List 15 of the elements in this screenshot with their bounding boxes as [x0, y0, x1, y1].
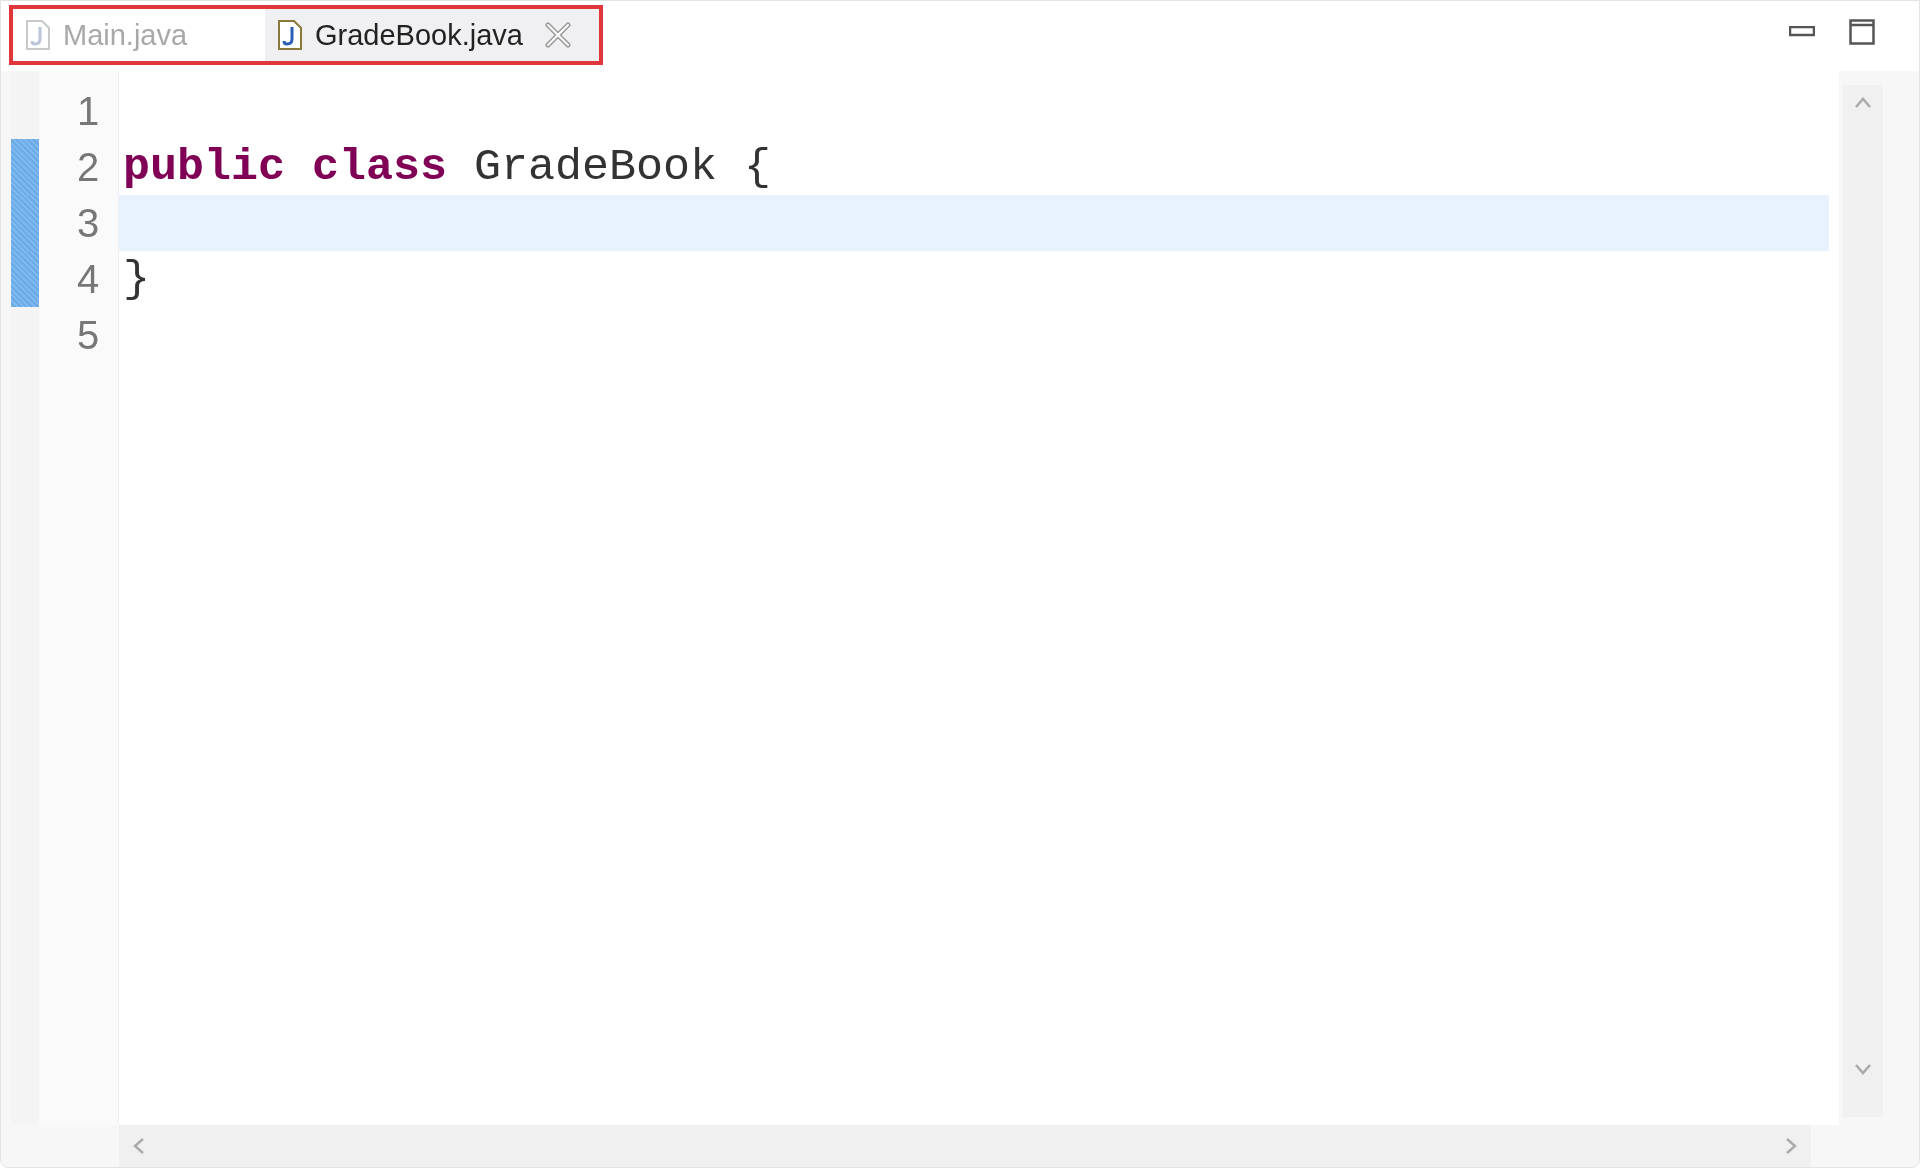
horizontal-scrollbar[interactable] [119, 1125, 1811, 1167]
maximize-icon[interactable] [1849, 19, 1875, 45]
line-number: 2 [76, 144, 101, 191]
code-line: public class GradeBook { [123, 141, 772, 193]
line-number: 5 [76, 312, 101, 359]
vertical-scrollbar[interactable] [1843, 85, 1883, 1117]
line-number: 3 [76, 200, 101, 247]
java-file-icon [277, 19, 303, 51]
line-number: 4 [76, 256, 101, 303]
java-file-icon [25, 19, 51, 51]
close-icon[interactable] [544, 22, 571, 48]
line-number: 1 [76, 88, 101, 135]
editor-tab[interactable]: GradeBook.java [265, 9, 599, 61]
minimize-icon[interactable] [1789, 26, 1815, 38]
code-line: } [123, 253, 150, 305]
